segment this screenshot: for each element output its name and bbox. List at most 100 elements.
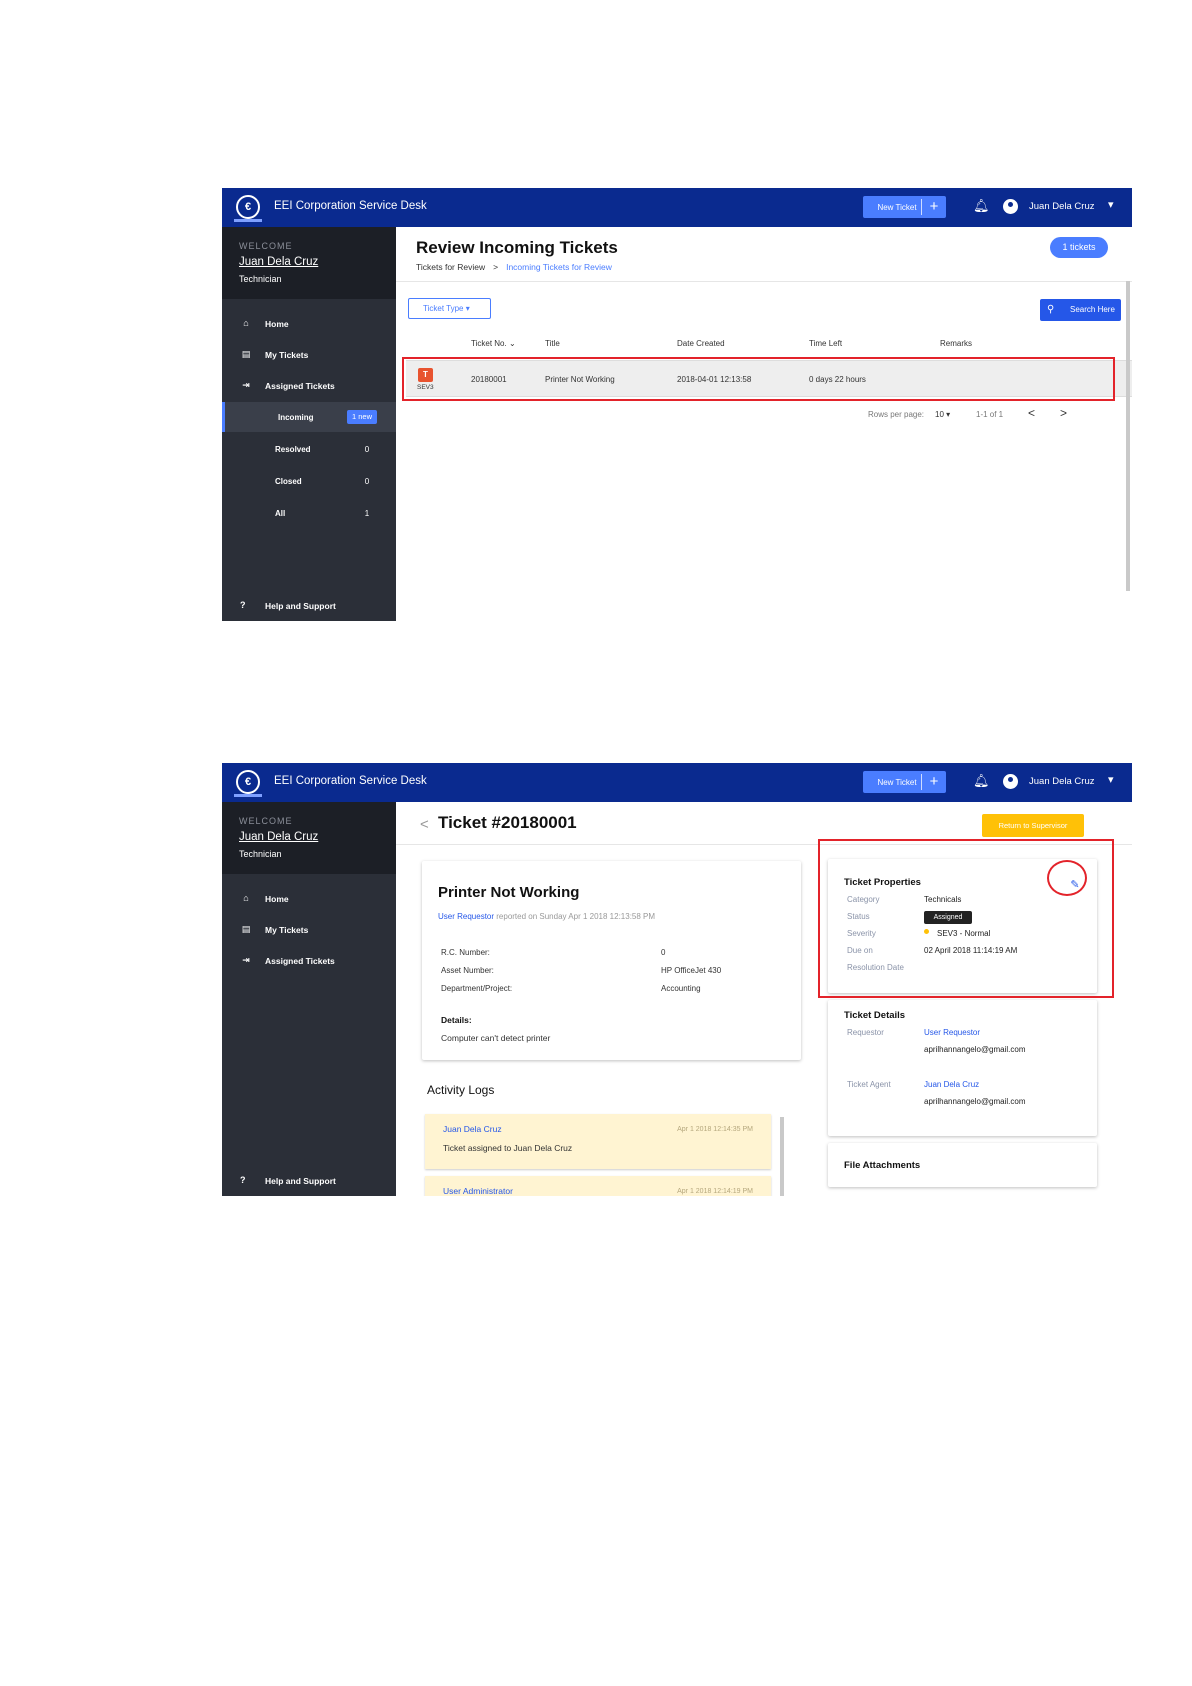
assigned-icon: ⇥ [242, 380, 250, 390]
breadcrumb-root[interactable]: Tickets for Review [416, 262, 485, 272]
field-label: Asset Number: [441, 966, 494, 975]
sidebar-item-closed[interactable]: Closed 0 [222, 466, 396, 496]
back-icon[interactable]: < [420, 816, 429, 833]
welcome-user-role: Technician [239, 849, 282, 859]
bell-icon[interactable]: 🔔︎ [973, 198, 990, 216]
details-label: Details: [441, 1015, 472, 1025]
new-badge: 1 new [347, 410, 378, 424]
search-label: Search Here [1070, 305, 1115, 314]
eei-logo: € [236, 770, 260, 794]
sidebar-item-label: Assigned Tickets [265, 956, 335, 966]
sidebar-item-incoming[interactable]: Incoming 1 new [222, 402, 396, 432]
sort-down-icon: ⌄ [508, 339, 516, 348]
user-menu-name[interactable]: Juan Dela Cruz [1029, 776, 1094, 787]
log-user-link[interactable]: Juan Dela Cruz [443, 1124, 502, 1134]
top-bar: € EEI Corporation Service Desk New Ticke… [222, 763, 1132, 802]
rows-per-page-label: Rows per page: [868, 410, 925, 419]
sidebar-item-label: My Tickets [265, 925, 309, 935]
field-label: Department/Project: [441, 984, 513, 993]
sidebar-item-label: My Tickets [265, 350, 309, 360]
ticket-type-filter[interactable]: Ticket Type ▾ [408, 298, 491, 319]
count-label: 1 [364, 509, 370, 518]
home-icon: ⌂ [243, 318, 249, 328]
sidebar-item-label: Assigned Tickets [265, 381, 335, 391]
search-button[interactable]: ⚲ Search Here [1040, 299, 1121, 321]
bell-icon[interactable]: 🔔︎ [973, 773, 990, 791]
welcome-panel: WELCOME Juan Dela Cruz Technician [222, 227, 396, 299]
help-and-support[interactable]: ? Help and Support [222, 1171, 396, 1191]
return-to-supervisor-button[interactable]: Return to Supervisor [982, 814, 1084, 837]
ticket-details-title: Ticket Details [844, 1010, 906, 1021]
user-menu-name[interactable]: Juan Dela Cruz [1029, 201, 1094, 212]
plus-icon: + [929, 773, 939, 790]
main-content: < Ticket #20180001 Return to Supervisor … [396, 802, 1132, 1196]
user-avatar-icon[interactable] [1003, 199, 1018, 214]
column-header-title[interactable]: Title [545, 339, 560, 348]
main-content: Review Incoming Tickets Tickets for Revi… [396, 227, 1132, 621]
detail-label: Ticket Agent [847, 1080, 891, 1089]
rows-per-page-value: 10 [935, 410, 944, 419]
user-avatar-icon[interactable] [1003, 774, 1018, 789]
new-ticket-button[interactable]: New Ticket + [863, 196, 946, 218]
rows-per-page-select[interactable]: 10 ▾ [935, 410, 950, 419]
highlight-box [402, 357, 1115, 401]
log-time: Apr 1 2018 12:14:35 PM [677, 1126, 753, 1133]
log-user-link[interactable]: User Administrator [443, 1186, 513, 1196]
field-value: 0 [661, 948, 666, 957]
sidebar-item-home[interactable]: ⌂ Home [222, 309, 396, 339]
log-time: Apr 1 2018 12:14:19 PM [677, 1188, 753, 1195]
dropdown-caret-icon: ▾ [465, 304, 470, 313]
prev-page-icon[interactable]: < [1028, 406, 1035, 420]
sidebar-item-my-tickets[interactable]: ▤ My Tickets [222, 915, 396, 945]
welcome-label: WELCOME [239, 241, 293, 251]
requestor-link[interactable]: User Requestor [438, 912, 494, 921]
sidebar-item-my-tickets[interactable]: ▤ My Tickets [222, 340, 396, 370]
breadcrumb-current[interactable]: Incoming Tickets for Review [506, 262, 612, 272]
agent-name-link[interactable]: Juan Dela Cruz [924, 1080, 979, 1089]
requestor-name-link[interactable]: User Requestor [924, 1028, 980, 1037]
page-title: Ticket #20180001 [438, 813, 577, 832]
chevron-down-icon[interactable]: ▾ [1108, 198, 1114, 211]
reported-line: User Requestor reported on Sunday Apr 1 … [438, 912, 655, 921]
agent-email: aprilhannangelo@gmail.com [924, 1097, 1026, 1106]
sidebar-item-assigned-tickets[interactable]: ⇥ Assigned Tickets [222, 371, 396, 401]
tickets-icon: ▤ [241, 349, 251, 359]
chevron-down-icon[interactable]: ▾ [1108, 773, 1114, 786]
file-attachments-title: File Attachments [844, 1160, 921, 1171]
sidebar-item-label: Home [265, 319, 289, 329]
sidebar: WELCOME Juan Dela Cruz Technician ⌂ Home… [222, 802, 396, 1196]
scrollbar[interactable] [1126, 281, 1130, 591]
sidebar-item-label: All [275, 509, 286, 518]
column-header-remarks[interactable]: Remarks [940, 339, 972, 348]
sidebar-item-resolved[interactable]: Resolved 0 [222, 434, 396, 464]
column-header-ticket-no[interactable]: Ticket No. ⌄ [471, 339, 516, 348]
search-icon: ⚲ [1047, 304, 1055, 315]
help-icon: ? [240, 600, 246, 610]
new-ticket-button[interactable]: New Ticket + [863, 771, 946, 793]
activity-logs-title: Activity Logs [427, 1083, 495, 1097]
home-icon: ⌂ [243, 893, 249, 903]
pagination-range: 1-1 of 1 [976, 410, 1004, 419]
welcome-user-name[interactable]: Juan Dela Cruz [239, 831, 318, 843]
highlight-circle [1047, 860, 1087, 896]
eei-logo: € [236, 195, 260, 219]
sidebar: WELCOME Juan Dela Cruz Technician ⌂ Home… [222, 227, 396, 621]
ticket-details-card: Ticket Details Requestor User Requestor … [828, 1000, 1097, 1136]
next-page-icon[interactable]: > [1060, 406, 1067, 420]
column-header-time-left[interactable]: Time Left [809, 339, 842, 348]
help-and-support[interactable]: ? Help and Support [222, 596, 396, 616]
breadcrumb: Tickets for Review > Incoming Tickets for … [416, 262, 612, 272]
count-label: 0 [364, 477, 370, 486]
column-header-date-created[interactable]: Date Created [677, 339, 725, 348]
field-value: Accounting [661, 984, 701, 993]
logo-underline [234, 794, 262, 797]
scrollbar[interactable] [780, 1117, 784, 1196]
sidebar-item-home[interactable]: ⌂ Home [222, 884, 396, 914]
welcome-user-name[interactable]: Juan Dela Cruz [239, 256, 318, 268]
ticket-summary-card: Printer Not Working User Requestor repor… [422, 861, 801, 1060]
logo-underline [234, 219, 262, 222]
sidebar-item-all[interactable]: All 1 [222, 498, 396, 528]
top-bar: € EEI Corporation Service Desk New Ticke… [222, 188, 1132, 227]
activity-log-item: Juan Dela Cruz Apr 1 2018 12:14:35 PM Ti… [425, 1114, 771, 1169]
sidebar-item-assigned-tickets[interactable]: ⇥ Assigned Tickets [222, 946, 396, 976]
